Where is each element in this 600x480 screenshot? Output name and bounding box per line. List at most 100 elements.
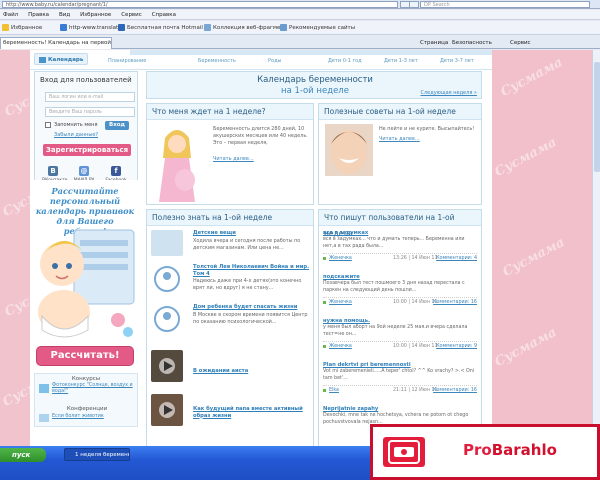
video-thumbnail[interactable]	[151, 394, 183, 426]
conference-link[interactable]: Если болит животик	[52, 414, 104, 419]
active-tab[interactable]: беременность! Календарь на первой нед...	[0, 37, 112, 49]
what-awaits-panel: Что меня ждет на 1 неделе? Беременность …	[146, 103, 314, 205]
nav-calendar[interactable]: Календарь	[34, 53, 89, 65]
post-title[interactable]: вся в задумках	[323, 230, 477, 237]
post-date: 10:00 | 14 Июн 11	[393, 300, 438, 305]
fav-collection[interactable]: Коллекция веб-фрагме...	[204, 23, 286, 33]
ie-icon	[60, 24, 67, 31]
post-author[interactable]: Elka	[329, 386, 339, 395]
page-menu[interactable]: Страница	[420, 38, 448, 48]
nav-link[interactable]: Беременность	[198, 58, 236, 64]
post-author[interactable]: Женечка	[329, 254, 352, 263]
ie-icon	[204, 24, 211, 31]
article-thumbnail[interactable]	[151, 264, 183, 294]
tools-menu[interactable]: Сервис	[510, 38, 531, 48]
login-button[interactable]: Вход	[105, 121, 129, 130]
calculate-button[interactable]: Рассчитать!	[36, 346, 134, 366]
user-status-icon	[323, 345, 326, 348]
menu-view[interactable]: Вид	[59, 10, 70, 20]
fav-translate[interactable]: http-www.translate	[60, 23, 122, 33]
next-week-link[interactable]: Следующая неделя »	[421, 90, 478, 96]
what-more-link[interactable]: Читать далее...	[213, 156, 254, 162]
password-field[interactable]: Введите Ваш пароль	[45, 107, 135, 117]
menu-file[interactable]: Файл	[3, 10, 18, 20]
what-text: Беременность длится 280 дней, 10 акушерс…	[213, 126, 308, 146]
post-author[interactable]: Женечка	[329, 342, 352, 351]
user-post: Neprijatnie zapahy Devochki, mne tak ne …	[323, 406, 477, 426]
post-snippet: вся в задумках... что и думать теперь...…	[323, 237, 465, 249]
play-icon	[159, 402, 175, 418]
post-snippet: Позавчера был тест пошмоего 3 дня назад …	[323, 281, 465, 293]
remember-checkbox[interactable]	[45, 122, 51, 128]
favorites-button[interactable]: Избранное	[2, 23, 42, 33]
menu-tools[interactable]: Сервис	[121, 10, 142, 20]
email-field[interactable]: Ваш логин или e-mail	[45, 92, 135, 102]
conferences-title: Конференции	[66, 406, 108, 412]
probarahlo-brand: ProBarahlo	[463, 441, 557, 459]
page-scrollbar[interactable]	[592, 50, 600, 446]
user-status-icon	[323, 389, 326, 392]
video-title[interactable]: Как будущий папа вместе активный образ ж…	[193, 406, 311, 419]
user-post: вся в задумках вся в задумках... что и д…	[323, 230, 477, 262]
post-title[interactable]: нужна помощь.	[323, 318, 477, 325]
watermark: Сусмама	[500, 235, 568, 280]
contest-link[interactable]: Фотоконкурс "Солнце, воздух и вода!"	[52, 383, 136, 395]
calendar-icon	[39, 56, 46, 63]
article-thumbnail[interactable]	[151, 230, 183, 256]
post-comments-link[interactable]: Комментарии: 9	[436, 342, 477, 351]
user-post: подскажите Позавчера был тест пошмоего 3…	[323, 274, 477, 306]
article-title[interactable]: Детские вещи	[193, 230, 311, 237]
start-button[interactable]: пуск	[0, 448, 46, 462]
nav-link[interactable]: Дети 1-3 лет	[384, 58, 418, 64]
post-title[interactable]: Neprijatnie zapahy	[323, 406, 477, 413]
vaccination-promo[interactable]: Рассчитайте персональный календарь приви…	[32, 180, 138, 370]
article-title[interactable]: Дом ребенка будет спасать жизни	[193, 304, 311, 311]
ie-icon	[118, 24, 125, 31]
tips-text: Не пейте и не курите. Высыпайтесь!	[379, 126, 475, 132]
watermark: Сусмама	[492, 135, 560, 180]
post-author[interactable]: Женечка	[329, 298, 352, 307]
video-title[interactable]: В ожидании аиста	[193, 368, 311, 375]
video-thumbnail[interactable]	[151, 350, 183, 382]
menu-bar: Файл Правка Вид Избранное Сервис Справка	[0, 10, 600, 20]
post-comments-link[interactable]: Комментарии: 16	[433, 298, 477, 307]
panel-title: Полезно знать на 1-ой неделе	[147, 210, 313, 226]
user-status-icon	[323, 301, 326, 304]
post-date: 10:00 | 14 Июн 11	[393, 344, 438, 349]
tab-bar: беременность! Календарь на первой нед...…	[0, 36, 600, 49]
menu-edit[interactable]: Правка	[28, 10, 49, 20]
forgot-link[interactable]: Забыли данные?	[54, 132, 98, 138]
nav-link[interactable]: Планирование	[108, 58, 146, 64]
nav-link[interactable]: Дети 0-1 год	[328, 58, 362, 64]
register-button[interactable]: Зарегистрироваться	[43, 144, 131, 156]
safety-menu[interactable]: Безопасность	[452, 38, 492, 48]
menu-help[interactable]: Справка	[152, 10, 176, 20]
menu-favorites[interactable]: Избранное	[80, 10, 111, 20]
post-comments-link[interactable]: Комментарии: 16	[433, 386, 477, 395]
taskbar-window-button[interactable]: 1 неделя беременно...	[64, 448, 130, 461]
article-title[interactable]: Толстой Лев Николаевич Война и мир. Том …	[193, 264, 311, 277]
search-input[interactable]: DP Search	[420, 1, 590, 8]
baby-logo-icon	[154, 306, 180, 332]
post-comments-link[interactable]: Комментарии: 4	[436, 254, 477, 263]
post-title[interactable]: подскажите	[323, 274, 477, 281]
panel-title: Что меня ждет на 1 неделе?	[147, 104, 313, 120]
fav-suggested[interactable]: Рекомендуемые сайты	[280, 23, 355, 33]
article-snippet: Ходила вчера и сегодня после работы по д…	[193, 238, 301, 251]
user-status-icon	[323, 257, 326, 260]
article-thumbnail[interactable]	[151, 304, 183, 334]
nav-link[interactable]: Дети 3-7 лет	[440, 58, 474, 64]
url-field[interactable]: http://www.baby.ru/calendar/pregnant/1/	[2, 1, 398, 8]
post-meta: Женечка 10:00 | 14 Июн 11 Комментарии: 9	[323, 341, 477, 350]
article-snippet: Надеюсь даже при 4-х детях(это конечно в…	[193, 278, 302, 291]
fav-hotmail[interactable]: Бесплатная почта Hotmail	[118, 23, 203, 33]
stop-button[interactable]	[409, 1, 419, 8]
post-title[interactable]: Plan dekrtvi pri beremennosti	[323, 362, 477, 369]
nav-link[interactable]: Роды	[268, 58, 281, 64]
pregnant-woman-illustration	[159, 130, 195, 202]
scrollbar-thumb[interactable]	[594, 62, 600, 172]
play-icon	[159, 358, 175, 374]
favorites-bar: Избранное http-www.translate Бесплатная …	[0, 21, 600, 35]
tips-more-link[interactable]: Читать далее...	[379, 136, 420, 142]
panel-title: Полезные советы на 1-ой неделе	[319, 104, 481, 120]
